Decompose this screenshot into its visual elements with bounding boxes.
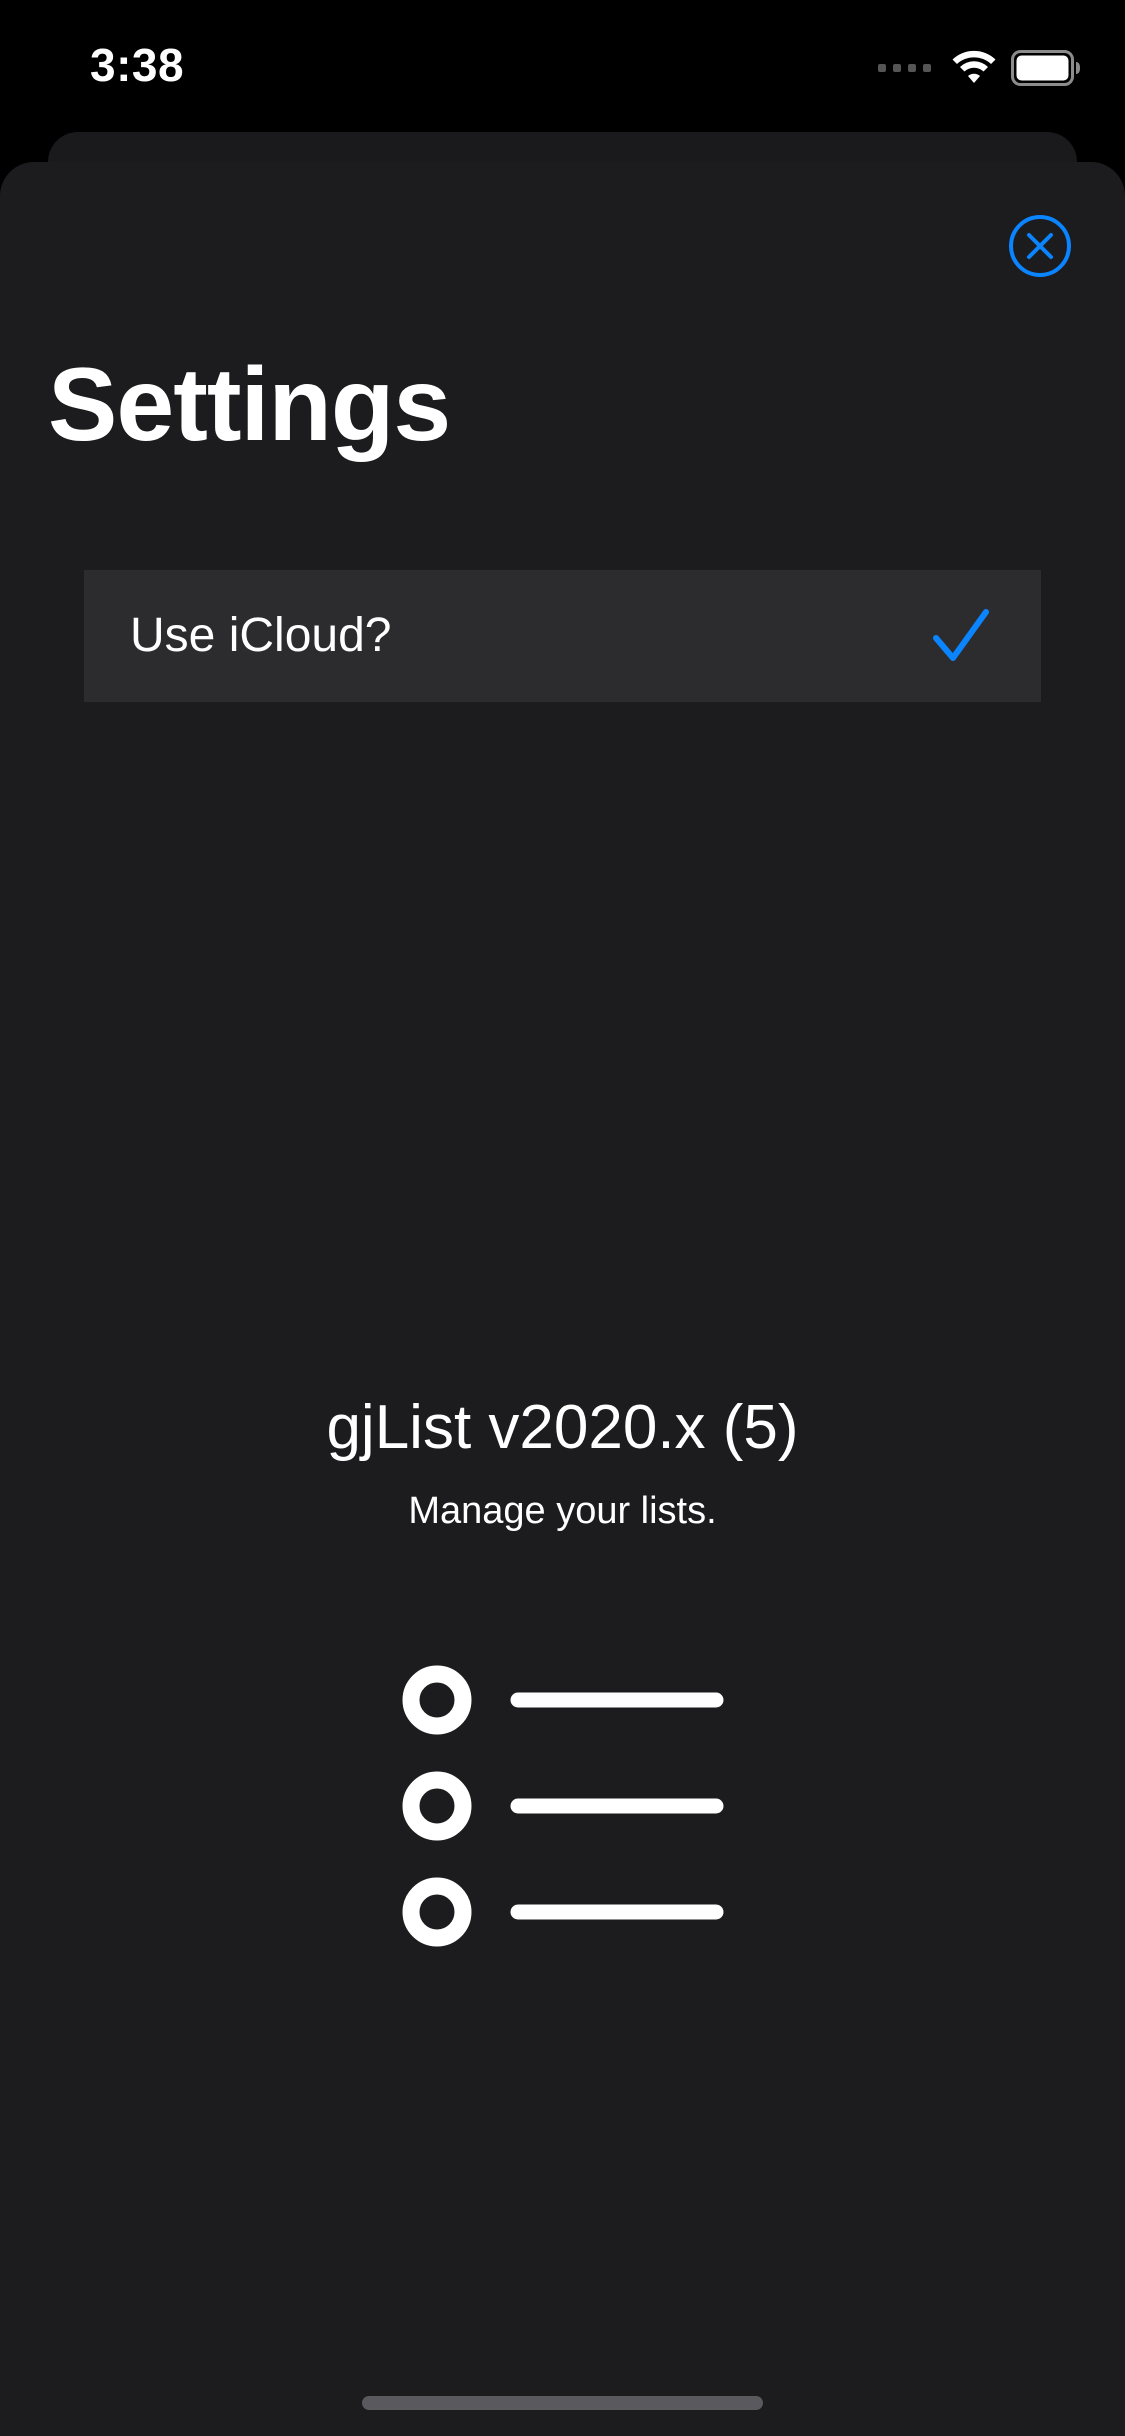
list-bullet-icon [402,1877,724,1947]
status-time: 3:38 [90,39,185,91]
setting-row-use-icloud[interactable]: Use iCloud? [84,570,1041,702]
home-indicator[interactable] [362,2396,763,2410]
close-circle-icon [1009,215,1071,277]
status-bar: 3:38 [0,0,1125,132]
settings-sheet [0,162,1125,2436]
app-tagline: Manage your lists. [408,1490,717,1532]
close-button[interactable] [1008,214,1072,278]
page-title: Settings [48,347,451,463]
cellular-signal-icon [878,64,931,72]
status-icons [878,46,1081,90]
list-bullet-icon [402,1771,724,1841]
setting-row-label: Use iCloud? [130,609,392,662]
checkmark-icon [933,609,989,661]
app-version: gjList v2020.x (5) [326,1393,799,1462]
wifi-icon [952,50,996,83]
list-illustration-icon [402,1665,724,1947]
list-bullet-icon [402,1665,724,1735]
battery-icon [1011,50,1080,86]
